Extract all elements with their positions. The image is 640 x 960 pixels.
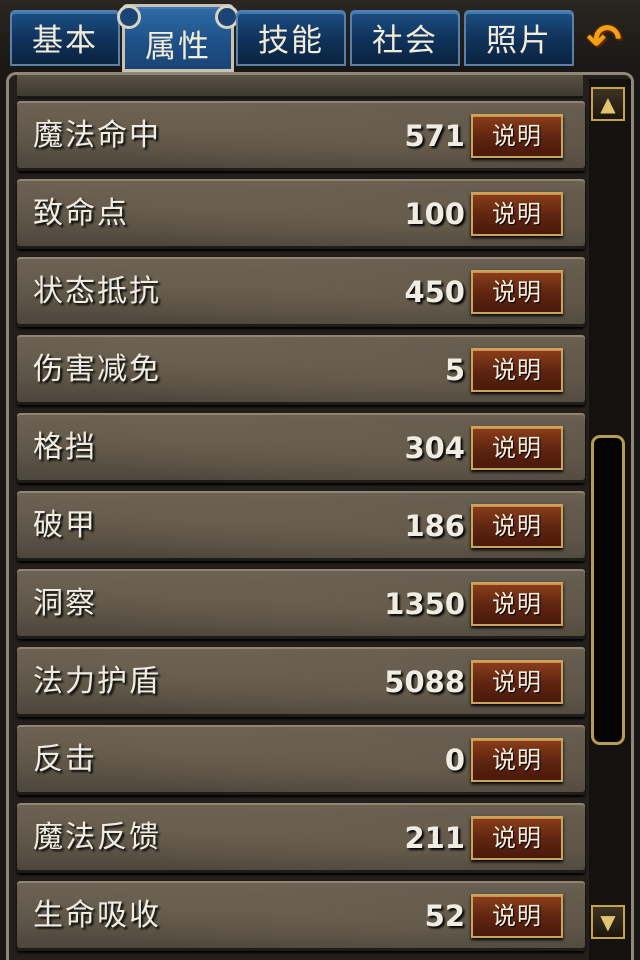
stat-value: 5 [444,353,465,387]
stat-label: 状态抵抗 [33,274,161,309]
scrollbar[interactable]: ▲ ▼ [589,79,631,960]
stat-info-button[interactable]: 说明 [471,894,563,938]
stat-value: 1350 [384,587,465,621]
stat-label: 反击 [33,742,97,777]
stat-label: 洞察 [33,586,97,621]
stat-value: 450 [404,275,465,309]
stat-value: 100 [404,197,465,231]
stat-row: 魔法命中 571 说明 [17,101,585,171]
stat-label: 格挡 [33,430,97,465]
scroll-thumb[interactable] [591,435,625,745]
tab-photos[interactable]: 照片 [464,10,574,66]
stat-row: 魔法反馈 211 说明 [17,803,585,873]
stat-label: 魔法命中 [33,118,161,153]
stat-value: 52 [424,899,465,933]
stat-row: 状态抵抗 450 说明 [17,257,585,327]
tab-attributes[interactable]: 属性 [117,4,239,72]
attributes-panel: 魔法命中 571 说明 致命点 100 说明 状态抵抗 450 说明 伤害减免 5 说明 格挡 304 说明… [6,72,634,960]
stat-row: 格挡 304 说明 [17,413,585,483]
stat-label: 破甲 [33,508,97,543]
stat-info-button[interactable]: 说明 [471,114,563,158]
scroll-up-icon[interactable]: ▲ [591,87,625,121]
scroll-down-icon[interactable]: ▼ [591,905,625,939]
back-arrow-icon[interactable]: ↶ [578,18,630,62]
stat-label: 伤害减免 [33,352,161,387]
stat-row: 生命吸收 52 说明 [17,881,585,951]
tab-ornament-icon [117,5,141,29]
tab-attributes-label: 属性 [145,29,211,65]
stat-info-button[interactable]: 说明 [471,504,563,548]
stat-info-button[interactable]: 说明 [471,270,563,314]
stat-row: 反击 0 说明 [17,725,585,795]
stat-row: 破甲 186 说明 [17,491,585,561]
stat-row: 法力护盾 5088 说明 [17,647,585,717]
stat-value: 0 [444,743,465,777]
stat-list[interactable]: 魔法命中 571 说明 致命点 100 说明 状态抵抗 450 说明 伤害减免 5 说明 格挡 304 说明… [15,75,587,960]
stat-row: 洞察 1350 说明 [17,569,585,639]
stat-info-button[interactable]: 说明 [471,660,563,704]
stat-label: 魔法反馈 [33,820,161,855]
stat-info-button[interactable]: 说明 [471,738,563,782]
stat-label: 致命点 [33,196,129,231]
stat-value: 304 [404,431,465,465]
stat-row: 致命点 100 说明 [17,179,585,249]
stat-label: 生命吸收 [33,898,161,933]
stat-value: 5088 [384,665,465,699]
stat-info-button[interactable]: 说明 [471,582,563,626]
stat-label: 法力护盾 [33,664,161,699]
stat-value: 571 [404,119,465,153]
tab-bar: 基本 属性 技能 社会 照片 ↶ [0,0,640,72]
stat-info-button[interactable]: 说明 [471,816,563,860]
stat-info-button[interactable]: 说明 [471,192,563,236]
tab-basic[interactable]: 基本 [10,10,120,66]
stat-value: 186 [404,509,465,543]
tab-social[interactable]: 社会 [350,10,460,66]
stat-row: 伤害减免 5 说明 [17,335,585,405]
stat-value: 211 [404,821,465,855]
stat-info-button[interactable]: 说明 [471,348,563,392]
tab-skills[interactable]: 技能 [236,10,346,66]
stat-info-button[interactable]: 说明 [471,426,563,470]
